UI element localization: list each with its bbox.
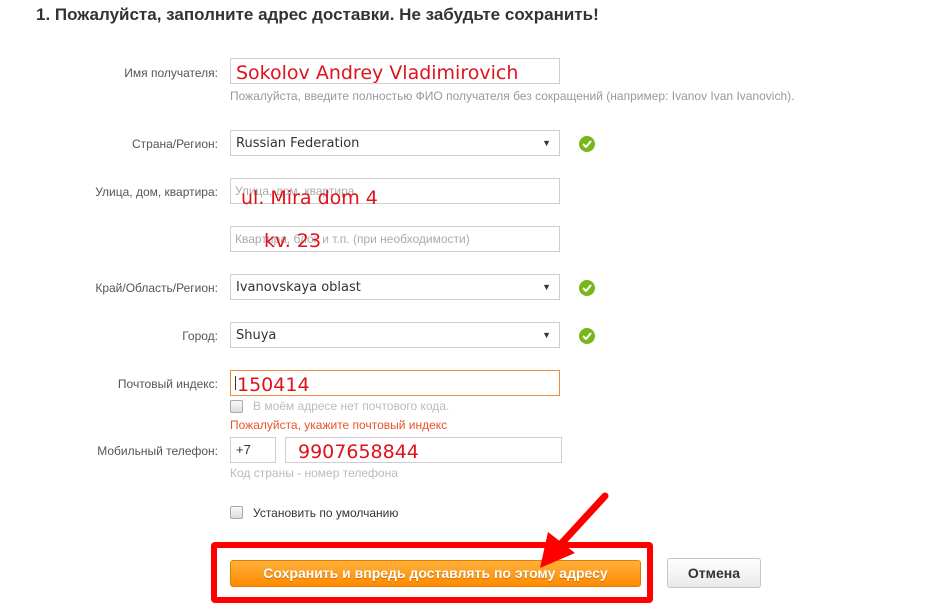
annotation-arrow-icon <box>540 492 609 568</box>
